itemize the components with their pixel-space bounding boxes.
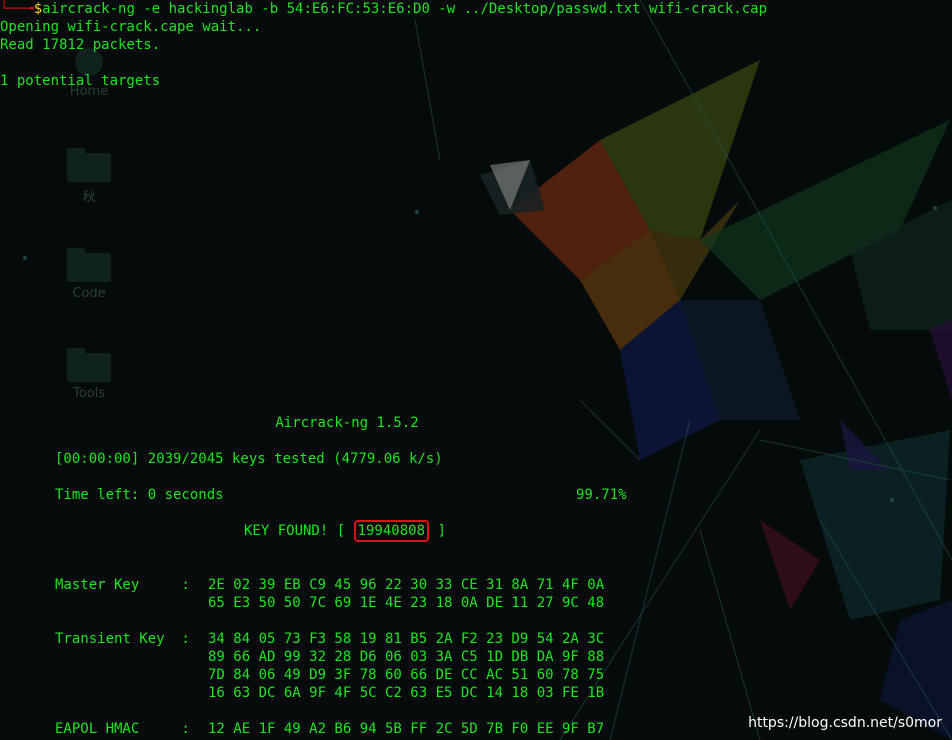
master-key-line: 65 E3 50 50 7C 69 1E 4E 23 18 0A DE 11 2… [208, 595, 605, 611]
read-packets-message: Read 17812 packets. [0, 37, 161, 53]
command-text: aircrack-ng -e hackinglab -b 54:E6:FC:53… [42, 1, 768, 17]
master-key-label: Master Key : [55, 577, 199, 593]
opening-message: Opening wifi-crack.cape wait... [0, 19, 262, 35]
prompt-arrow: └──╼ [0, 1, 34, 17]
transient-key-line: 34 84 05 73 F3 58 19 81 B5 2A F2 23 D9 5… [208, 631, 605, 647]
targets-message: 1 potential targets [0, 73, 161, 89]
found-key-highlight: 19940808 [353, 520, 430, 542]
progress-percent: 99.71% [576, 487, 627, 503]
keys-tested-progress: [00:00:00] 2039/2045 keys tested (4779.0… [55, 451, 443, 467]
key-found-prefix: KEY FOUND! [ [244, 523, 354, 539]
key-found-suffix: ] [429, 523, 446, 539]
aircrack-version: Aircrack-ng 1.5.2 [275, 415, 419, 431]
time-left: Time left: 0 seconds [55, 487, 224, 503]
key-found-line: KEY FOUND! [ 19940808 ] [244, 520, 446, 542]
transient-key-line: 16 63 DC 6A 9F 4F 5C C2 63 E5 DC 14 18 0… [208, 685, 605, 701]
transient-key-line: 7D 84 06 49 D9 3F 78 60 66 DE CC AC 51 6… [208, 667, 605, 683]
eapol-hmac-line: 12 AE 1F 49 A2 B6 94 5B FF 2C 5D 7B F0 E… [208, 721, 605, 737]
eapol-hmac-label: EAPOL HMAC : [55, 721, 199, 737]
command-line: └──╼$aircrack-ng -e hackinglab -b 54:E6:… [0, 0, 767, 18]
prompt-symbol: $ [33, 1, 43, 17]
watermark: https://blog.csdn.net/s0mor [748, 715, 942, 731]
transient-key-line: 89 66 AD 99 32 28 D6 06 03 3A C5 1D DB D… [208, 649, 605, 665]
master-key-line: 2E 02 39 EB C9 45 96 22 30 33 CE 31 8A 7… [208, 577, 605, 593]
transient-key-label: Transient Key : [55, 631, 199, 647]
terminal-window[interactable]: └──╼$aircrack-ng -e hackinglab -b 54:E6:… [0, 0, 952, 740]
